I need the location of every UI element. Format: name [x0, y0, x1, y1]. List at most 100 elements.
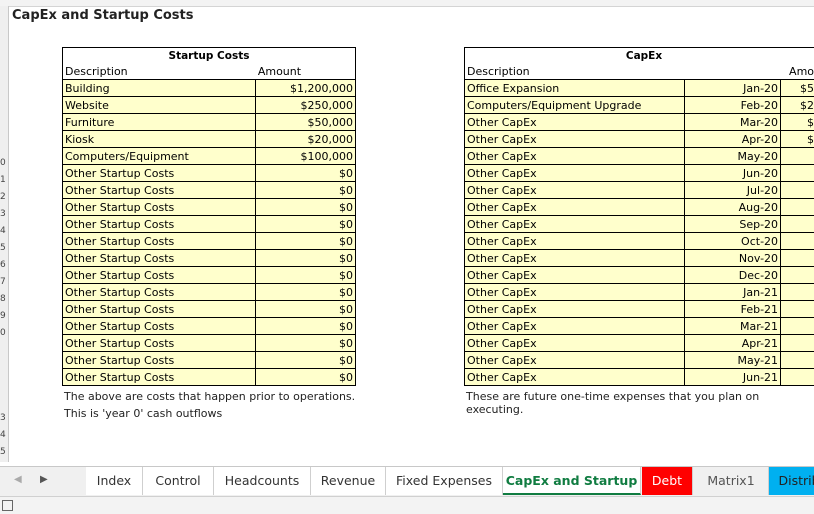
row-number[interactable]: 8 [0, 291, 8, 308]
startup-description-cell[interactable]: Other Startup Costs [63, 335, 256, 352]
row-number[interactable] [0, 104, 8, 121]
capex-date-cell[interactable]: Jan-20 [684, 80, 780, 97]
capex-amount-cell[interactable]: $2 [781, 131, 814, 148]
row-number[interactable]: 3 [0, 206, 8, 223]
row-number[interactable]: 0 [0, 325, 8, 342]
startup-amount-cell[interactable]: $0 [256, 233, 356, 250]
capex-description-cell[interactable]: Other CapEx [465, 352, 685, 369]
chevron-right-icon[interactable]: ▶ [40, 474, 48, 485]
startup-amount-cell[interactable]: $0 [256, 318, 356, 335]
capex-description-cell[interactable]: Other CapEx [465, 216, 685, 233]
startup-description-cell[interactable]: Other Startup Costs [63, 284, 256, 301]
startup-description-cell[interactable]: Other Startup Costs [63, 216, 256, 233]
capex-date-cell[interactable]: May-21 [684, 352, 780, 369]
capex-amount-cell[interactable] [781, 352, 814, 369]
startup-amount-cell[interactable]: $20,000 [256, 131, 356, 148]
startup-amount-cell[interactable]: $0 [256, 199, 356, 216]
chevron-left-icon[interactable]: ◀ [14, 474, 22, 485]
capex-date-cell[interactable]: Jun-21 [684, 369, 780, 386]
capex-description-cell[interactable]: Other CapEx [465, 284, 685, 301]
capex-description-cell[interactable]: Computers/Equipment Upgrade [465, 97, 685, 114]
startup-amount-cell[interactable]: $0 [256, 301, 356, 318]
capex-amount-cell[interactable]: $25 [781, 97, 814, 114]
capex-amount-cell[interactable] [781, 369, 814, 386]
tab-headcounts[interactable]: Headcounts [214, 467, 311, 495]
startup-amount-cell[interactable]: $0 [256, 267, 356, 284]
row-number[interactable]: 0 [0, 155, 8, 172]
capex-date-cell[interactable]: Aug-20 [684, 199, 780, 216]
startup-amount-cell[interactable]: $0 [256, 369, 356, 386]
row-number[interactable] [0, 376, 8, 393]
startup-description-cell[interactable]: Website [63, 97, 256, 114]
tab-capex-and-startup[interactable]: CapEx and Startup [503, 467, 641, 495]
startup-description-cell[interactable]: Other Startup Costs [63, 250, 256, 267]
startup-description-cell[interactable]: Other Startup Costs [63, 165, 256, 182]
startup-description-cell[interactable]: Other Startup Costs [63, 267, 256, 284]
tab-distrib[interactable]: Distrib [769, 467, 814, 495]
startup-amount-cell[interactable]: $0 [256, 182, 356, 199]
capex-description-cell[interactable]: Other CapEx [465, 250, 685, 267]
capex-description-cell[interactable]: Other CapEx [465, 267, 685, 284]
startup-description-cell[interactable]: Other Startup Costs [63, 352, 256, 369]
capex-description-cell[interactable]: Other CapEx [465, 369, 685, 386]
capex-date-cell[interactable]: Mar-20 [684, 114, 780, 131]
capex-amount-cell[interactable] [781, 318, 814, 335]
row-number[interactable] [0, 70, 8, 87]
capex-description-cell[interactable]: Other CapEx [465, 318, 685, 335]
tab-revenue[interactable]: Revenue [311, 467, 386, 495]
row-number[interactable]: 6 [0, 257, 8, 274]
tab-fixed-expenses[interactable]: Fixed Expenses [386, 467, 503, 495]
capex-date-cell[interactable]: Nov-20 [684, 250, 780, 267]
row-number[interactable] [0, 19, 8, 36]
startup-amount-cell[interactable]: $0 [256, 335, 356, 352]
startup-description-cell[interactable]: Other Startup Costs [63, 369, 256, 386]
startup-description-cell[interactable]: Other Startup Costs [63, 301, 256, 318]
capex-amount-cell[interactable] [781, 267, 814, 284]
capex-amount-cell[interactable] [781, 148, 814, 165]
row-number[interactable]: 3 [0, 410, 8, 427]
capex-amount-cell[interactable] [781, 335, 814, 352]
row-number[interactable]: 7 [0, 274, 8, 291]
capex-description-cell[interactable]: Other CapEx [465, 199, 685, 216]
row-number[interactable]: 5 [0, 240, 8, 257]
capex-description-cell[interactable]: Other CapEx [465, 148, 685, 165]
startup-description-cell[interactable]: Building [63, 80, 256, 97]
startup-amount-cell[interactable]: $0 [256, 250, 356, 267]
capex-description-cell[interactable]: Other CapEx [465, 114, 685, 131]
row-number[interactable] [0, 393, 8, 410]
startup-description-cell[interactable]: Computers/Equipment [63, 148, 256, 165]
capex-amount-cell[interactable] [781, 165, 814, 182]
startup-description-cell[interactable]: Other Startup Costs [63, 199, 256, 216]
capex-amount-cell[interactable] [781, 199, 814, 216]
capex-date-cell[interactable]: Sep-20 [684, 216, 780, 233]
row-number[interactable]: 1 [0, 172, 8, 189]
capex-description-cell[interactable]: Other CapEx [465, 165, 685, 182]
startup-amount-cell[interactable]: $0 [256, 284, 356, 301]
capex-date-cell[interactable]: Apr-21 [684, 335, 780, 352]
row-number[interactable] [0, 342, 8, 359]
capex-description-cell[interactable]: Other CapEx [465, 301, 685, 318]
row-number[interactable] [0, 53, 8, 70]
startup-description-cell[interactable]: Other Startup Costs [63, 233, 256, 250]
capex-date-cell[interactable]: Feb-20 [684, 97, 780, 114]
row-number[interactable]: 2 [0, 189, 8, 206]
row-number[interactable] [0, 36, 8, 53]
row-number[interactable]: 4 [0, 223, 8, 240]
capex-date-cell[interactable]: Jan-21 [684, 284, 780, 301]
startup-amount-cell[interactable]: $250,000 [256, 97, 356, 114]
startup-amount-cell[interactable]: $50,000 [256, 114, 356, 131]
capex-amount-cell[interactable] [781, 182, 814, 199]
capex-amount-cell[interactable]: $5 [781, 114, 814, 131]
tab-matrix1[interactable]: Matrix1 [694, 467, 769, 495]
capex-date-cell[interactable]: Apr-20 [684, 131, 780, 148]
startup-amount-cell[interactable]: $0 [256, 165, 356, 182]
capex-date-cell[interactable]: Oct-20 [684, 233, 780, 250]
capex-date-cell[interactable]: Jul-20 [684, 182, 780, 199]
tab-control[interactable]: Control [143, 467, 214, 495]
capex-amount-cell[interactable] [781, 284, 814, 301]
capex-description-cell[interactable]: Office Expansion [465, 80, 685, 97]
row-number[interactable] [0, 121, 8, 138]
capex-amount-cell[interactable] [781, 233, 814, 250]
startup-amount-cell[interactable]: $0 [256, 216, 356, 233]
row-number[interactable] [0, 138, 8, 155]
